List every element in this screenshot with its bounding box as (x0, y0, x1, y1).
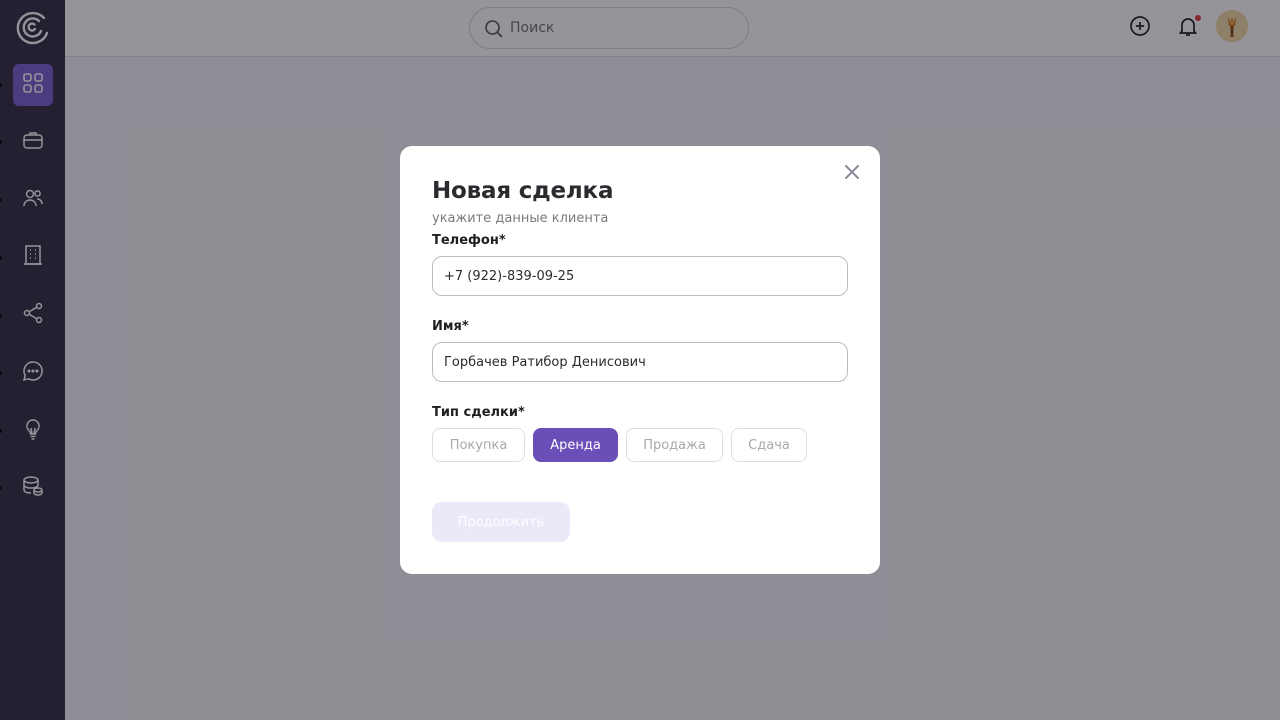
modal-title: Новая сделка (432, 178, 614, 204)
name-field[interactable] (432, 342, 848, 382)
deal-type-option-sale[interactable]: Продажа (626, 428, 723, 462)
deal-type-label: Тип сделки* (432, 405, 525, 420)
phone-field[interactable] (432, 256, 848, 296)
continue-button[interactable]: Продолжить (432, 502, 570, 542)
deal-type-option-purchase[interactable]: Покупка (432, 428, 525, 462)
name-label: Имя* (432, 319, 469, 334)
deal-type-option-rent[interactable]: Аренда (533, 428, 618, 462)
close-icon (844, 164, 860, 184)
close-button[interactable] (840, 162, 864, 186)
phone-label: Телефон* (432, 233, 506, 248)
deal-type-option-lease-out[interactable]: Сдача (731, 428, 807, 462)
new-deal-modal: Новая сделка укажите данные клиента Теле… (400, 146, 880, 574)
modal-subtitle: укажите данные клиента (432, 211, 609, 226)
